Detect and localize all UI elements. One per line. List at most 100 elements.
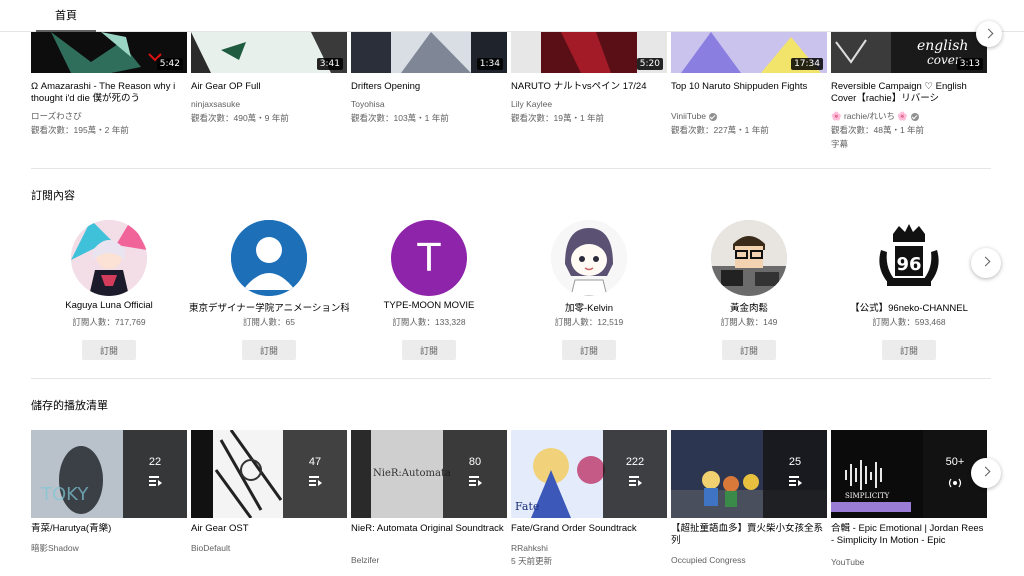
playlist-icon (469, 476, 482, 486)
channel-avatar[interactable] (551, 220, 627, 296)
playlist-card[interactable]: SIMPLICITY 50+ 合輯 - Epic Emotional | Jor… (831, 430, 987, 576)
channel-avatar[interactable]: 96 (871, 220, 947, 296)
playlist-video-count: 22 (148, 456, 162, 468)
video-channel[interactable]: Lily Kaylee (511, 99, 667, 110)
channel-name[interactable]: TYPE-MOON MOVIE (349, 300, 509, 311)
channel-name[interactable]: 東京デザイナー学院アニメーション科 (189, 300, 349, 314)
channel-name[interactable]: Kaguya Luna Official (29, 300, 189, 311)
video-card[interactable]: 1:34 Drifters Opening Toyohisa 觀看次數：103萬… (351, 32, 507, 152)
playlist-title[interactable]: 合輯 - Epic Emotional | Jordan Rees - Simp… (831, 523, 987, 547)
playlist-card[interactable]: NieR:Automata 80 NieR: Automata Original… (351, 430, 507, 576)
playlist-title[interactable]: Fate/Grand Order Soundtrack (511, 523, 667, 535)
video-stats: 觀看次數：195萬・2 年前 (31, 125, 129, 135)
channel-name[interactable]: 加零-Kelvin (509, 300, 669, 314)
video-card[interactable]: english cover 3:13 Reversible Campaign ♡… (831, 32, 987, 152)
video-duration: 17:34 (791, 58, 823, 70)
drawn-girl-avatar-icon (551, 220, 627, 296)
subscribe-button[interactable]: 訂閱 (82, 340, 136, 360)
playlist-channel[interactable]: Belzifer (351, 555, 507, 566)
video-duration: 3:13 (956, 58, 983, 70)
video-card[interactable]: 3:41 Air Gear OP Full ninjaxsasuke 觀看次數：… (191, 32, 347, 152)
video-card[interactable]: 5:42 Ω Amazarashi - The Reason why i tho… (31, 32, 187, 152)
playlists-next-button[interactable] (971, 458, 1001, 488)
section-divider (31, 168, 991, 169)
playlist-channel[interactable]: Occupied Congress (671, 555, 827, 566)
channel-card[interactable]: 黃金肉鬆 訂閱人數：149 訂閱 (669, 220, 829, 365)
video-row: 5:42 Ω Amazarashi - The Reason why i tho… (31, 32, 991, 152)
subscribe-button[interactable]: 訂閱 (242, 340, 296, 360)
subscribe-button[interactable]: 訂閱 (562, 340, 616, 360)
channel-card[interactable]: T TYPE-MOON MOVIE 訂閱人數：133,328 訂閱 (349, 220, 509, 365)
playlist-card[interactable]: 47 Air Gear OST BioDefault (191, 430, 347, 576)
channel-card[interactable]: 加零-Kelvin 訂閱人數：12,519 訂閱 (509, 220, 669, 365)
playlist-channel[interactable]: RRahkshi (511, 543, 667, 554)
subscriptions-title[interactable]: 訂閱內容 (31, 187, 75, 203)
video-thumbnail[interactable]: 3:41 (191, 32, 347, 73)
video-thumbnail[interactable]: 1:34 (351, 32, 507, 73)
channel-name[interactable]: 黃金肉鬆 (669, 300, 829, 314)
playlist-card[interactable]: TOKY 22 青菜/Harutya(青樂) 暗影Shadow (31, 430, 187, 576)
channel-card[interactable]: 96 【公式】96neko-CHANNEL 訂閱人數：593,468 訂閱 (829, 220, 989, 365)
video-channel[interactable]: ローズわさび (31, 111, 187, 122)
playlist-card[interactable]: 25 【超扯童語血多】賣火柴小女孩全系列 Occupied Congress (671, 430, 827, 576)
video-title[interactable]: Ω Amazarashi - The Reason why i thought … (31, 81, 187, 105)
playlist-channel[interactable]: BioDefault (191, 543, 347, 554)
playlist-title[interactable]: NieR: Automata Original Soundtrack (351, 523, 507, 535)
subscribe-button[interactable]: 訂閱 (402, 340, 456, 360)
playlist-thumbnail[interactable]: Fate 222 (511, 430, 667, 518)
video-channel[interactable]: 🌸 rachie/れいち 🌸 (831, 111, 987, 122)
video-channel[interactable]: ViniiTube (671, 111, 827, 122)
channel-name[interactable]: 【公式】96neko-CHANNEL (829, 300, 989, 314)
channel-avatar[interactable] (71, 220, 147, 296)
video-title[interactable]: Top 10 Naruto Shippuden Fights (671, 81, 827, 93)
anime-girl-avatar-icon (71, 220, 147, 296)
playlist-count-overlay: 222 (603, 430, 667, 518)
playlist-thumbnail[interactable]: NieR:Automata 80 (351, 430, 507, 518)
playlist-thumbnail[interactable]: SIMPLICITY 50+ (831, 430, 987, 518)
video-duration: 3:41 (316, 58, 343, 70)
video-duration: 1:34 (476, 58, 503, 70)
playlist-thumbnail[interactable]: TOKY 22 (31, 430, 187, 518)
video-title[interactable]: Drifters Opening (351, 81, 507, 93)
channel-card[interactable]: 東京デザイナー学院アニメーション科 訂閱人數：65 訂閱 (189, 220, 349, 365)
video-thumbnail[interactable]: 5:20 (511, 32, 667, 73)
default-user-avatar-icon (231, 220, 307, 296)
subscriptions-next-button[interactable] (971, 248, 1001, 278)
playlist-updated: 5 天前更新 (511, 556, 553, 566)
verified-icon (708, 112, 717, 121)
playlist-count-overlay: 80 (443, 430, 507, 518)
playlist-icon (149, 476, 162, 486)
video-channel[interactable]: Toyohisa (351, 99, 507, 110)
subscribe-button[interactable]: 訂閱 (722, 340, 776, 360)
playlist-icon (629, 476, 642, 486)
video-thumbnail[interactable]: 17:34 (671, 32, 827, 73)
channel-avatar[interactable] (231, 220, 307, 296)
playlist-card[interactable]: Fate 222 Fate/Grand Order Soundtrack RRa… (511, 430, 667, 576)
video-title[interactable]: Air Gear OP Full (191, 81, 347, 93)
glasses-man-avatar-icon (711, 220, 787, 296)
playlist-video-count: 25 (788, 456, 802, 468)
playlist-thumbnail[interactable]: 25 (671, 430, 827, 518)
video-channel[interactable]: ninjaxsasuke (191, 99, 347, 110)
channel-avatar[interactable] (711, 220, 787, 296)
broadcast-icon (948, 478, 962, 488)
playlist-channel[interactable]: 暗影Shadow (31, 543, 187, 554)
video-card[interactable]: 5:20 NARUTO ナルトvsペイン 17/24 Lily Kaylee 觀… (511, 32, 667, 152)
playlist-title[interactable]: 【超扯童語血多】賣火柴小女孩全系列 (671, 523, 827, 547)
subscribe-button[interactable]: 訂閱 (882, 340, 936, 360)
video-card[interactable]: 17:34 Top 10 Naruto Shippuden Fights Vin… (671, 32, 827, 152)
saved-playlists-title[interactable]: 儲存的播放清單 (31, 397, 108, 413)
tab-home[interactable]: 首頁 (36, 7, 96, 32)
video-thumbnail[interactable]: english cover 3:13 (831, 32, 987, 73)
playlist-title[interactable]: Air Gear OST (191, 523, 347, 535)
video-title[interactable]: Reversible Campaign ♡ English Cover【rach… (831, 81, 987, 105)
playlist-channel[interactable]: YouTube (831, 557, 987, 568)
playlist-thumbnail[interactable]: 47 (191, 430, 347, 518)
channel-card[interactable]: Kaguya Luna Official 訂閱人數：717,769 訂閱 (29, 220, 189, 365)
video-stats: 觀看次數：19萬・1 年前 (511, 113, 605, 123)
video-row-next-button[interactable] (976, 21, 1002, 47)
video-title[interactable]: NARUTO ナルトvsペイン 17/24 (511, 81, 667, 93)
video-thumbnail[interactable]: 5:42 (31, 32, 187, 73)
playlist-title[interactable]: 青菜/Harutya(青樂) (31, 523, 187, 535)
channel-avatar[interactable]: T (391, 220, 467, 296)
